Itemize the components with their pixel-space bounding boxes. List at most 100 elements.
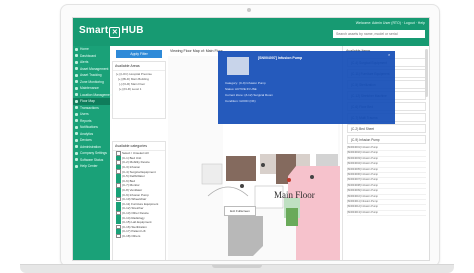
chart-icon <box>75 132 78 136</box>
sidebar-item-label: Administration <box>80 144 101 149</box>
sidebar-item-label: Users <box>80 112 89 117</box>
list-icon <box>75 106 78 110</box>
category-label: (C-13) Other Device <box>122 211 149 216</box>
category-label: (C-16) Sterilization <box>122 224 147 229</box>
bell-icon <box>75 60 78 64</box>
search-input[interactable] <box>333 30 425 38</box>
sidebar-item-label: Devices <box>80 138 92 143</box>
category-label: (C-15) Lab Equipment <box>122 220 152 225</box>
category-label: (C-14) Radiology <box>122 215 145 220</box>
locations-title: Available Areas <box>113 62 165 71</box>
asset-category-row[interactable]: (C-9) Infusion Pump <box>347 135 426 144</box>
location-tree-item[interactable]: [+] (FLR) Level 1 <box>113 86 165 91</box>
room-green-dark[interactable] <box>286 208 298 226</box>
category-label: (C-7) Monitor <box>122 183 140 188</box>
laptop-frame: Smart ✕ HUB Welcome: Admin User (RTO) · Lo… <box>60 4 440 267</box>
asset-marker-4[interactable] <box>310 175 314 179</box>
assets-scrollbar[interactable] <box>425 49 428 97</box>
popup-line: Category: (C-9) Infusion Pump <box>225 81 266 85</box>
category-label: Select / Unselect All <box>122 151 149 156</box>
location-icon <box>75 93 78 97</box>
help-icon <box>75 164 78 168</box>
sidebar-item-label: Zone Monitoring <box>80 79 104 84</box>
category-label: (C-9) Infusion Pump <box>122 192 149 197</box>
categories-box: Available categories Select / Unselect A… <box>112 141 166 260</box>
room-left[interactable] <box>201 163 223 185</box>
category-item[interactable]: (C-18) Others <box>113 233 165 239</box>
popup-title: [SN004007] Infusion Pump <box>258 56 303 60</box>
asset-marker-3[interactable] <box>287 178 291 182</box>
sidebar-item-label: Software Status <box>80 157 104 162</box>
close-icon[interactable]: × <box>388 53 392 57</box>
sidebar-item-label: Company Settings <box>80 151 107 156</box>
category-label: (C-10) Wheelchair <box>122 197 147 202</box>
dashboard-icon <box>75 54 78 58</box>
hub-x-icon: ✕ <box>109 27 121 38</box>
floor-label: Main Floor <box>274 190 315 200</box>
category-label: (C-2) Mobility Device <box>122 160 150 165</box>
admin-icon <box>75 145 78 149</box>
category-label: (C-6) Bed <box>122 178 136 183</box>
asset-marker-2[interactable] <box>261 163 265 167</box>
locations-box: Available Areas [+] (LOC) Hospital Premi… <box>112 61 166 119</box>
apply-filter-button[interactable]: Apply Filter <box>116 50 162 58</box>
category-label: (C-5) Defibrillator <box>122 174 145 179</box>
sidebar-item-label: Transactions <box>80 105 99 110</box>
camera <box>247 8 251 12</box>
asset-item[interactable]: [SN004013] Infusion Pump <box>347 211 426 217</box>
checkbox[interactable] <box>116 233 121 239</box>
asset-marker-1[interactable] <box>240 184 244 188</box>
sidebar-item-label: Asset Tracking <box>80 73 102 78</box>
map-title: Viewing Floor Map of: Main Floor <box>170 49 223 53</box>
user-icon <box>75 112 78 116</box>
category-label: (C-11) Furniture Equipment <box>122 201 159 206</box>
sidebar-item-label: Maintenance <box>80 86 99 91</box>
sidebar-item[interactable]: Help Center <box>73 163 110 170</box>
map-icon <box>75 99 78 103</box>
app-screen: Smart ✕ HUB Welcome: Admin User (RTO) · Lo… <box>72 17 430 261</box>
exit-fullscreen-button[interactable]: Exit Fullscreen <box>224 206 256 216</box>
room-grey-top[interactable] <box>316 154 338 166</box>
mail-icon <box>75 125 78 129</box>
room-grey-bottom[interactable] <box>228 216 263 256</box>
category-label: (C-3) Infusion <box>122 165 141 170</box>
popup-line: Status: ACTIVE IN USE <box>225 87 257 91</box>
filter-panel: Apply Filter Available Areas [+] (LOC) H… <box>112 48 166 260</box>
laptop-base <box>20 264 454 273</box>
laptop-notch <box>212 265 262 268</box>
wrench-icon <box>75 86 78 90</box>
sidebar-item-label: Dashboard <box>80 53 97 58</box>
device-icon <box>75 138 78 142</box>
categories-title: Available categories <box>113 142 165 151</box>
asset-detail-popup: [SN004007] Infusion Pump × Category: (C-… <box>218 51 395 124</box>
category-label: (C-12) Stretcher <box>122 206 144 211</box>
sidebar-item-label: Alerts <box>80 60 89 65</box>
category-label: (C-17) Patient Lift <box>122 229 146 234</box>
sidebar-item-label: Floor Map <box>80 99 95 104</box>
popup-line: Condition: GOOD (OK) <box>225 99 256 103</box>
asset-thumbnail <box>227 57 249 75</box>
category-label: (C-8) Ventilator <box>122 188 143 193</box>
home-icon <box>75 47 78 51</box>
status-icon <box>75 158 78 162</box>
sidebar-item-label: Location Management <box>80 92 113 97</box>
user-info[interactable]: Welcome: Admin User (RTO) · Logout · Hel… <box>356 21 425 25</box>
sidebar: Home Dashboard Alerts Asset Management Asset… <box>73 46 113 260</box>
category-label: (C-18) Others <box>122 233 141 238</box>
sidebar-item-label: Analytics <box>80 131 94 136</box>
sidebar-item-label: Notifications <box>80 125 98 130</box>
report-icon <box>75 119 78 123</box>
sidebar-item-label: Help Center <box>80 164 98 169</box>
zone-icon <box>75 80 78 84</box>
popup-line: Current Zone: (Z-12) Surgical Room <box>225 93 274 97</box>
asset-category-row[interactable]: (C-2) Bed Sheet <box>347 124 426 133</box>
app-logo: Smart ✕ HUB <box>79 25 144 38</box>
room-brown-a[interactable] <box>226 156 256 181</box>
gear-icon <box>75 151 78 155</box>
box-icon <box>75 67 78 71</box>
sidebar-item-label: Home <box>80 47 89 52</box>
pin-icon <box>75 73 78 77</box>
sidebar-item-label: Asset Management <box>80 66 109 71</box>
sidebar-item-label: Reports <box>80 118 92 123</box>
category-label: (C-4) Surgical Equipment <box>122 169 156 174</box>
